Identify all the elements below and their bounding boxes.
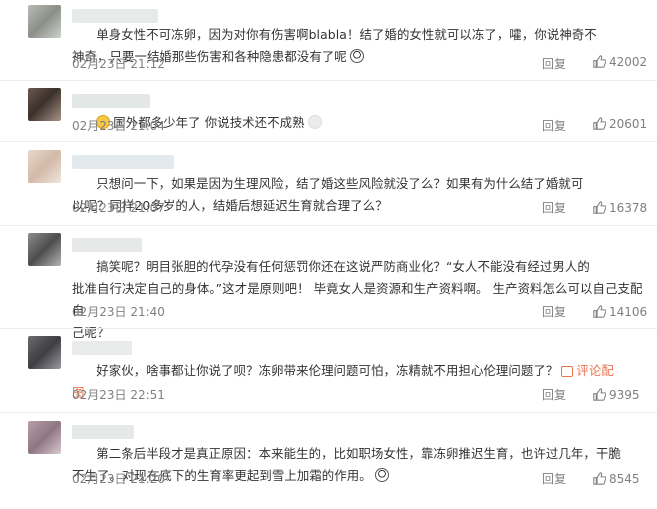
like-count: 8545 [609, 472, 640, 486]
like-count: 42002 [609, 55, 648, 69]
like-count: 14106 [609, 305, 648, 319]
thumbs-up-icon [593, 117, 607, 130]
thumbs-up-icon [593, 55, 607, 68]
avatar[interactable] [28, 336, 61, 369]
comment-time: 02月23日 22:51 [72, 388, 165, 402]
thumbs-up-icon [593, 388, 607, 401]
avatar[interactable] [28, 233, 61, 266]
image-icon [561, 366, 574, 377]
comment-text: 单身女性不可冻卵，因为对你有伤害啊blabla！结了婚的女性就可以冻了，嚯，你说… [72, 2, 647, 90]
like-button[interactable]: 20601 [593, 117, 647, 131]
reply-button[interactable]: 回复 [542, 55, 566, 72]
divider [0, 412, 657, 413]
reply-button[interactable]: 回复 [542, 470, 566, 487]
emoji-face-icon [307, 115, 322, 129]
like-button[interactable]: 8545 [593, 472, 640, 486]
divider [0, 328, 657, 329]
comment-time: 02月23日 21:04 [72, 119, 165, 133]
comment-time: 02月23日 21:12 [72, 57, 165, 71]
avatar[interactable] [28, 421, 61, 454]
thumbs-up-icon [593, 472, 607, 485]
reply-button[interactable]: 回复 [542, 303, 566, 320]
thumbs-up-icon [593, 305, 607, 318]
divider [0, 80, 657, 81]
like-button[interactable]: 9395 [593, 388, 640, 402]
avatar[interactable] [28, 150, 61, 183]
like-button[interactable]: 16378 [593, 201, 647, 215]
like-button[interactable]: 14106 [593, 305, 647, 319]
like-button[interactable]: 42002 [593, 55, 647, 69]
comment-time: 02月23日 21:07 [72, 201, 165, 215]
comment-feed: 单身女性不可冻卵，因为对你有伤害啊blabla！结了婚的女性就可以冻了，嚯，你说… [0, 0, 657, 493]
divider [0, 141, 657, 142]
avatar[interactable] [28, 88, 61, 121]
comment-time: 02月23日 21:40 [72, 305, 165, 319]
reply-button[interactable]: 回复 [542, 117, 566, 134]
like-count: 20601 [609, 117, 648, 131]
like-count: 9395 [609, 388, 640, 402]
divider [0, 225, 657, 226]
comment-body: 好家伙，啥事都让你说了呗？冻卵带来伦理问题可怕，冻精就不用担心伦理问题了？ [96, 363, 559, 378]
emoji-face-icon [349, 49, 364, 63]
avatar[interactable] [28, 5, 61, 38]
emoji-face-icon [374, 468, 389, 482]
reply-button[interactable]: 回复 [542, 199, 566, 216]
like-count: 16378 [609, 201, 648, 215]
comment-time: 02月23日 21:20 [72, 472, 165, 486]
reply-button[interactable]: 回复 [542, 386, 566, 403]
comment-text: 第二条后半段才是真正原因：本来能生的，比如职场女性，靠冻卵推迟生育，也许过几年，… [72, 421, 647, 509]
thumbs-up-icon [593, 201, 607, 214]
